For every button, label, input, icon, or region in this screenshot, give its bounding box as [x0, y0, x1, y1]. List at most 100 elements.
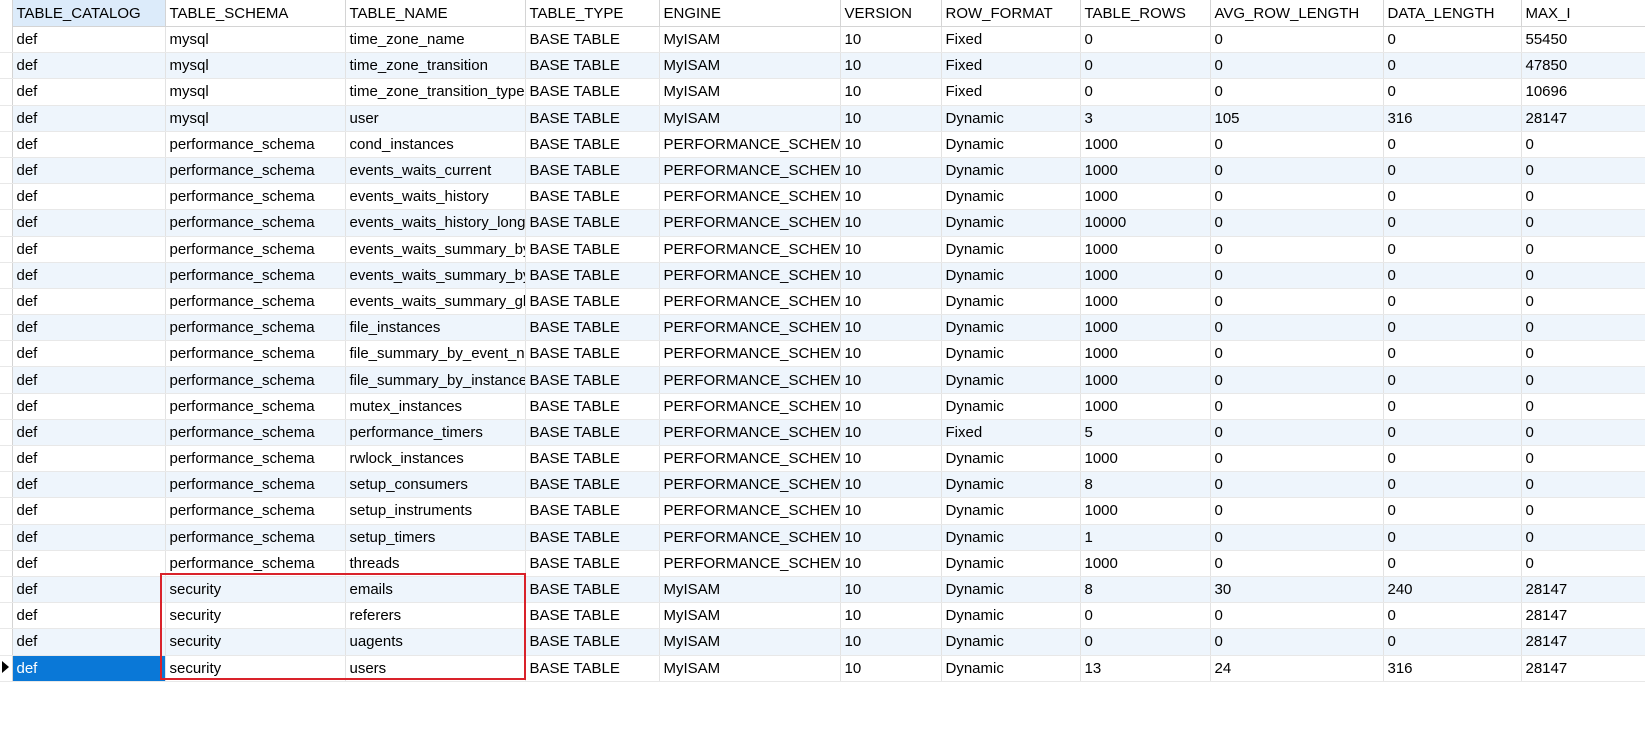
table-cell[interactable]: performance_schema [165, 288, 346, 316]
table-cell[interactable]: def [12, 471, 166, 499]
table-cell[interactable]: 316 [1383, 105, 1522, 132]
row-indicator[interactable] [0, 471, 13, 499]
row-indicator[interactable] [0, 52, 13, 80]
table-cell[interactable]: Dynamic [941, 340, 1081, 368]
table-cell[interactable]: def [12, 26, 166, 54]
table-cell[interactable]: BASE TABLE [525, 131, 660, 158]
table-cell[interactable]: 1000 [1080, 550, 1211, 577]
table-cell[interactable]: 0 [1210, 419, 1384, 447]
table-cell[interactable]: 0 [1521, 131, 1645, 158]
table-cell[interactable]: security [165, 576, 346, 604]
table-cell[interactable]: security [165, 628, 346, 656]
table-cell[interactable]: 10 [840, 419, 942, 447]
table-cell[interactable]: PERFORMANCE_SCHEMA [659, 393, 841, 420]
row-indicator[interactable] [0, 340, 13, 368]
table-cell[interactable]: 0 [1210, 602, 1384, 630]
table-cell[interactable]: 0 [1210, 52, 1384, 80]
table-cell[interactable]: 1000 [1080, 236, 1211, 263]
row-indicator[interactable] [0, 393, 13, 420]
table-cell[interactable]: mysql [165, 105, 346, 132]
table-cell[interactable]: 28147 [1521, 628, 1645, 656]
table-cell[interactable]: def [12, 314, 166, 342]
table-cell[interactable]: def [12, 105, 166, 132]
table-cell[interactable]: PERFORMANCE_SCHEMA [659, 183, 841, 211]
table-cell[interactable]: 0 [1383, 445, 1522, 473]
table-cell[interactable]: 0 [1383, 262, 1522, 289]
table-cell[interactable]: security [165, 602, 346, 630]
table-cell[interactable]: PERFORMANCE_SCHEMA [659, 445, 841, 473]
table-cell[interactable]: PERFORMANCE_SCHEMA [659, 550, 841, 577]
column-header-table-rows[interactable]: TABLE_ROWS [1080, 0, 1211, 27]
table-cell[interactable]: 0 [1080, 602, 1211, 630]
table-cell[interactable]: 10 [840, 314, 942, 342]
table-cell[interactable]: 10 [840, 340, 942, 368]
table-row[interactable]: def performance_schema events_waits_histor… [0, 209, 1645, 237]
table-cell[interactable]: 0 [1383, 340, 1522, 368]
table-cell[interactable]: BASE TABLE [525, 262, 660, 289]
table-cell[interactable]: 0 [1383, 157, 1522, 185]
table-cell[interactable]: referers [345, 602, 526, 630]
table-cell[interactable]: performance_schema [165, 497, 346, 525]
table-cell[interactable]: PERFORMANCE_SCHEMA [659, 236, 841, 263]
table-row[interactable]: def performance_schema file_summary_by_ins… [0, 366, 1645, 394]
table-cell[interactable]: 10 [840, 262, 942, 289]
table-cell[interactable]: PERFORMANCE_SCHEMA [659, 131, 841, 158]
table-cell[interactable]: BASE TABLE [525, 602, 660, 630]
table-row[interactable]: def mysql user BASE TABLE MyISAM 10 Dynamic 3 10… [0, 105, 1645, 132]
table-cell[interactable]: 0 [1521, 340, 1645, 368]
table-cell[interactable]: def [12, 209, 166, 237]
table-cell[interactable]: performance_schema [165, 419, 346, 447]
table-cell[interactable]: 0 [1210, 393, 1384, 420]
table-row[interactable]: def performance_schema setup_timers BASE TA… [0, 524, 1645, 551]
table-cell[interactable]: performance_schema [165, 366, 346, 394]
table-cell[interactable]: PERFORMANCE_SCHEMA [659, 262, 841, 289]
row-indicator[interactable] [0, 78, 13, 106]
table-cell[interactable]: 0 [1521, 262, 1645, 289]
table-cell[interactable]: def [12, 628, 166, 656]
table-cell[interactable]: 0 [1210, 26, 1384, 54]
table-row[interactable]: def performance_schema events_waits_summar… [0, 288, 1645, 316]
table-cell[interactable]: BASE TABLE [525, 157, 660, 185]
table-cell[interactable]: 10 [840, 78, 942, 106]
table-cell[interactable]: 1000 [1080, 131, 1211, 158]
row-indicator[interactable] [0, 576, 13, 604]
table-cell[interactable]: PERFORMANCE_SCHEMA [659, 524, 841, 551]
row-indicator[interactable] [0, 497, 13, 525]
table-cell[interactable]: PERFORMANCE_SCHEMA [659, 497, 841, 525]
table-cell[interactable]: Dynamic [941, 314, 1081, 342]
table-cell[interactable]: BASE TABLE [525, 419, 660, 447]
table-cell[interactable]: def [12, 524, 166, 551]
table-cell[interactable]: def [12, 655, 166, 682]
table-cell[interactable]: 0 [1521, 524, 1645, 551]
table-cell[interactable]: def [12, 52, 166, 80]
table-cell[interactable]: def [12, 131, 166, 158]
table-cell[interactable]: 0 [1210, 78, 1384, 106]
row-indicator[interactable] [0, 550, 13, 577]
table-cell[interactable]: 1000 [1080, 288, 1211, 316]
table-cell[interactable]: BASE TABLE [525, 497, 660, 525]
column-header-max-index[interactable]: MAX_I [1521, 0, 1645, 27]
table-cell[interactable]: 28147 [1521, 576, 1645, 604]
table-cell[interactable]: 0 [1210, 288, 1384, 316]
table-cell[interactable]: def [12, 157, 166, 185]
table-cell[interactable]: performance_schema [165, 524, 346, 551]
table-cell[interactable]: BASE TABLE [525, 236, 660, 263]
table-cell[interactable]: 0 [1210, 314, 1384, 342]
table-cell[interactable]: security [165, 655, 346, 682]
table-row[interactable]: def performance_schema file_instances BASE … [0, 314, 1645, 342]
table-cell[interactable]: 0 [1210, 236, 1384, 263]
table-cell[interactable]: 8 [1080, 576, 1211, 604]
table-cell[interactable]: 0 [1210, 157, 1384, 185]
table-cell[interactable]: events_waits_summary_by [345, 262, 526, 289]
table-row[interactable]: def security users BASE TABLE MyISAM 10 Dynami… [0, 655, 1645, 682]
table-cell[interactable]: 30 [1210, 576, 1384, 604]
table-cell[interactable]: Dynamic [941, 209, 1081, 237]
result-grid[interactable]: TABLE_CATALOG TABLE_SCHEMA TABLE_NAME TA… [0, 0, 1645, 740]
table-cell[interactable]: BASE TABLE [525, 105, 660, 132]
table-cell[interactable]: 0 [1521, 497, 1645, 525]
table-cell[interactable]: user [345, 105, 526, 132]
column-header-version[interactable]: VERSION [840, 0, 942, 27]
table-cell[interactable]: Fixed [941, 26, 1081, 54]
table-cell[interactable]: def [12, 550, 166, 577]
table-cell[interactable]: mysql [165, 78, 346, 106]
